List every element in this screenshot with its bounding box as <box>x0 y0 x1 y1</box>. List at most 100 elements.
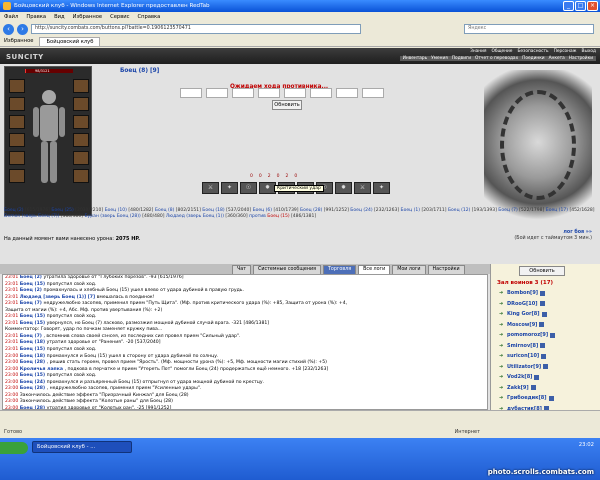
member-row[interactable]: ➜ pomomorоz[9] <box>499 330 595 341</box>
minimize-button[interactable]: _ <box>563 1 574 11</box>
equip-slot[interactable] <box>73 115 89 129</box>
back-button[interactable]: ‹ <box>3 23 14 35</box>
log-actor[interactable]: Боец (28) <box>20 386 47 391</box>
top-link[interactable]: Общение <box>491 49 512 54</box>
start-button[interactable] <box>0 442 28 454</box>
roster-name[interactable]: Боец (25) <box>51 208 75 213</box>
address-input[interactable]: http://suncity.combats.com/buttons.pl?ba… <box>31 24 361 34</box>
action-slot[interactable] <box>284 88 306 98</box>
member-name[interactable]: Moscow[9] <box>507 322 537 328</box>
member-row[interactable]: ➜ Vod2k[8] <box>499 372 595 383</box>
info-icon[interactable] <box>543 364 549 370</box>
info-icon[interactable] <box>540 343 546 349</box>
member-row[interactable]: ➜ DRooG[10] <box>499 299 595 310</box>
sub-link[interactable]: Отчет о переводах <box>475 56 518 61</box>
menu-item[interactable]: Сервис <box>110 14 129 20</box>
log-actor[interactable]: Боец (15) <box>20 321 47 326</box>
info-icon[interactable] <box>539 301 545 307</box>
forward-button[interactable]: › <box>17 23 28 35</box>
battle-log-link[interactable]: лог боя »» <box>563 230 592 235</box>
chat-tab[interactable]: Системные сообщения <box>253 265 321 274</box>
log-actor[interactable]: Боец (2) <box>20 288 44 293</box>
member-name[interactable]: pomomorоz[9] <box>507 332 548 338</box>
info-icon[interactable] <box>539 322 545 328</box>
sub-link[interactable]: Настройки <box>569 56 593 61</box>
member-row[interactable]: ➜ suricon[10] <box>499 351 595 362</box>
log-actor[interactable]: Боец (15) <box>20 373 47 378</box>
log-actor[interactable]: Кроличья лапка <box>20 367 65 372</box>
info-icon[interactable] <box>530 385 536 391</box>
log-actor[interactable]: Боец (15) <box>20 282 47 287</box>
roster-name[interactable]: Demon (зверь Боец (7)) <box>4 214 61 219</box>
info-icon[interactable] <box>541 311 547 317</box>
action-slot[interactable] <box>180 88 202 98</box>
member-name[interactable]: suricon[10] <box>507 353 539 359</box>
member-row[interactable]: ➜ Moscow[9] <box>499 320 595 331</box>
menu-item[interactable]: Файл <box>4 14 18 20</box>
equip-slot[interactable] <box>9 133 25 147</box>
top-link[interactable]: Безопасность <box>517 49 548 54</box>
member-name[interactable]: Utilizator[9] <box>507 364 541 370</box>
chat-tab[interactable]: Торговля <box>322 265 357 274</box>
log-actor[interactable]: Боец (7) <box>20 334 44 339</box>
sub-link[interactable]: Инвентарь <box>403 56 427 61</box>
action-slot[interactable] <box>206 88 228 98</box>
strike-button[interactable]: ⚔ <box>202 182 219 194</box>
roster-name[interactable]: Боец (6) <box>253 208 274 213</box>
member-row[interactable]: ➜ Bombon[9] <box>499 288 595 299</box>
log-actor[interactable]: Боец (18) <box>20 354 47 359</box>
roster-name[interactable]: Боец (2) <box>4 208 25 213</box>
equip-slot[interactable] <box>73 169 89 183</box>
chat-tab[interactable]: Все логи <box>358 265 391 274</box>
chat-tab[interactable]: Чат <box>232 265 252 274</box>
strike-button[interactable]: ✦ <box>221 182 238 194</box>
close-button[interactable]: × <box>587 1 598 11</box>
page-tab[interactable]: Бойцовский клуб <box>39 36 101 46</box>
log-actor[interactable]: Боец (28) <box>20 360 47 365</box>
log-actor[interactable]: Людаед [зверь Боец (1)] [7] <box>20 295 97 300</box>
menu-item[interactable]: Избранное <box>73 14 102 20</box>
member-name[interactable]: Smirnov[8] <box>507 343 538 349</box>
maximize-button[interactable]: □ <box>575 1 586 11</box>
sub-link[interactable]: Умения <box>431 56 448 61</box>
roster-enemy-name[interactable]: Боец (15) <box>267 214 291 219</box>
refresh-button[interactable]: Обновить <box>272 100 302 110</box>
top-link[interactable]: Персонаж <box>554 49 577 54</box>
roster-name[interactable]: Боец (28) <box>300 208 324 213</box>
menu-item[interactable]: Справка <box>137 14 160 20</box>
log-actor[interactable]: Боец (24) <box>20 380 47 385</box>
sidebar-refresh-button[interactable]: Обновить <box>519 266 565 276</box>
roster-name[interactable]: Боец (1) <box>401 208 422 213</box>
action-slot[interactable] <box>362 88 384 98</box>
roster-name[interactable]: Боец (8) <box>155 208 176 213</box>
sub-link[interactable]: Поединки <box>522 56 544 61</box>
log-actor[interactable]: Боец (15) <box>20 314 47 319</box>
member-row[interactable]: ➜ Smirnov[8] <box>499 341 595 352</box>
log-actor[interactable]: Боец (7) <box>20 301 44 306</box>
member-name[interactable]: DRooG[10] <box>507 301 538 307</box>
log-actor[interactable]: Боец (18) <box>20 340 47 345</box>
strike-button[interactable]: ☉ <box>240 182 257 194</box>
sub-link[interactable]: Подвиги <box>452 56 471 61</box>
log-actor[interactable]: Боец (15) <box>20 347 47 352</box>
member-name[interactable]: Zakk[9] <box>507 385 529 391</box>
member-name[interactable]: King Gor[8] <box>507 311 540 317</box>
member-row[interactable]: ➜ Utilizator[9] <box>499 362 595 373</box>
equip-slot[interactable] <box>9 115 25 129</box>
info-icon[interactable] <box>540 290 546 296</box>
member-row[interactable]: ➜ Грибоедик[8] <box>499 393 595 404</box>
roster-name[interactable]: Боец (18) <box>202 208 226 213</box>
equip-slot[interactable] <box>9 151 25 165</box>
search-input[interactable]: Яндекс <box>464 24 594 34</box>
equip-slot[interactable] <box>9 79 25 93</box>
strike-button[interactable]: ✦ <box>373 182 390 194</box>
equip-slot[interactable] <box>73 97 89 111</box>
strike-button[interactable]: ⚔ <box>354 182 371 194</box>
info-icon[interactable] <box>541 353 547 359</box>
roster-name[interactable]: Боец (7) <box>498 208 519 213</box>
log-actor[interactable]: Боец (2) <box>20 275 44 280</box>
menu-item[interactable]: Вид <box>54 14 65 20</box>
taskbar-item[interactable]: Бойцовский клуб - ... <box>32 441 132 453</box>
member-row[interactable]: ➜ Zakk[9] <box>499 383 595 394</box>
equip-slot[interactable] <box>73 133 89 147</box>
